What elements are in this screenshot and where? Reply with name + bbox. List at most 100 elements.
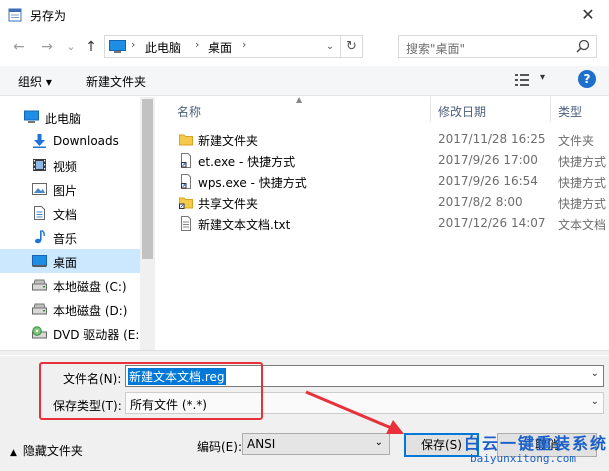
file-date: 2017/9/26 17:00 [438, 153, 538, 167]
file-name: 新建文本文档.txt [198, 218, 291, 232]
sidebar-item-label: 此电脑 [45, 112, 82, 126]
file-row[interactable]: wps.exe - 快捷方式 2017/9/26 16:54 快捷方式 [162, 171, 609, 192]
sidebar-item-label: 文档 [53, 208, 78, 222]
shortcut-icon [181, 174, 191, 189]
desktop-icon [32, 255, 47, 267]
file-date: 2017/9/26 16:54 [438, 174, 538, 188]
file-list: ▲ 名称 修改日期 类型 新建文件夹 2017/11/28 16:25 文件夹 … [162, 97, 609, 350]
file-name: wps.exe - 快捷方式 [198, 176, 307, 190]
shortcut-icon [181, 153, 191, 168]
breadcrumb-this-pc[interactable]: 此电脑 [145, 39, 181, 56]
shared-folder-icon [179, 197, 193, 209]
dvd-icon [32, 326, 47, 339]
sidebar-item-music[interactable]: 音乐 [0, 225, 140, 249]
video-icon [33, 159, 46, 171]
chevron-down-icon[interactable]: ⌄ [591, 368, 599, 379]
chevron-down-icon[interactable]: ⌄ [322, 38, 338, 56]
sidebar-item-label: 本地磁盘 (D:) [53, 304, 128, 318]
column-header-label: 类型 [558, 105, 583, 119]
sidebar-scrollbar[interactable] [140, 97, 155, 350]
file-row[interactable]: 新建文本文档.txt 2017/12/26 14:07 文本文档 [162, 213, 609, 234]
file-type: 快捷方式 [558, 197, 607, 211]
navigation-pane: 此电脑 Downloads 视频 图片 文档 音乐 桌面 本地磁盘 (C:) 本… [0, 97, 155, 350]
breadcrumb-separator: › [131, 38, 136, 51]
horizontal-scrollbar[interactable] [0, 350, 609, 355]
close-icon[interactable]: ✕ [577, 4, 599, 26]
forward-arrow-icon[interactable]: → [38, 38, 56, 56]
refresh-icon[interactable]: ↻ [340, 36, 362, 57]
file-row[interactable]: 共享文件夹 2017/8/2 8:00 快捷方式 [162, 192, 609, 213]
column-header-type[interactable]: 类型 [551, 97, 609, 125]
sidebar-item-dvd-drive[interactable]: DVD 驱动器 (E:) [0, 321, 144, 345]
sidebar-item-pictures[interactable]: 图片 [0, 177, 140, 201]
sidebar-item-label: 本地磁盘 (C:) [53, 280, 127, 294]
sidebar-item-this-pc[interactable]: 此电脑 [0, 105, 140, 129]
pictures-icon [32, 183, 47, 195]
chevron-down-icon[interactable]: ⌄ [591, 396, 599, 407]
file-name: 新建文件夹 [198, 134, 259, 148]
sidebar-item-label: 桌面 [53, 256, 78, 270]
sidebar-item-label: 图片 [53, 184, 78, 198]
chevron-down-icon[interactable]: ⌄ [375, 437, 383, 448]
column-header-name[interactable]: 名称 [162, 97, 426, 125]
breadcrumb-separator: › [195, 38, 200, 51]
drive-icon [32, 303, 47, 315]
up-arrow-icon[interactable]: ↑ [82, 38, 100, 56]
encoding-label: 编码(E): [197, 440, 242, 454]
file-row[interactable]: et.exe - 快捷方式 2017/9/26 17:00 快捷方式 [162, 150, 609, 171]
sidebar-item-label: DVD 驱动器 (E:) [53, 328, 145, 342]
file-type: 文件夹 [558, 134, 595, 148]
scrollbar-thumb[interactable] [142, 99, 153, 259]
file-type: 快捷方式 [558, 176, 607, 190]
sidebar-item-downloads[interactable]: Downloads [0, 129, 140, 153]
new-folder-button[interactable]: 新建文件夹 [86, 73, 146, 90]
help-icon[interactable]: ? [578, 70, 596, 88]
file-name: 共享文件夹 [198, 197, 259, 211]
sidebar-item-drive-d[interactable]: 本地磁盘 (D:) [0, 297, 140, 321]
search-icon [576, 39, 590, 53]
file-type: 快捷方式 [558, 155, 607, 169]
title-bar: 另存为 ✕ [0, 0, 609, 30]
sidebar-item-documents[interactable]: 文档 [0, 201, 140, 225]
file-date: 2017/11/28 16:25 [438, 132, 546, 146]
view-dropdown-icon[interactable]: ▾ [540, 72, 545, 83]
view-options-icon[interactable] [514, 73, 530, 87]
music-icon [35, 230, 45, 244]
save-as-dialog: 另存为 ✕ ← → ⌄ ↑ › 此电脑 › 桌面 › ⌄ ↻ 搜索"桌面" 组织… [0, 0, 609, 471]
file-date: 2017/12/26 14:07 [438, 216, 546, 230]
back-arrow-icon[interactable]: ← [10, 38, 28, 56]
drive-icon [32, 279, 47, 291]
notepad-app-icon [8, 8, 22, 22]
sidebar-item-label: 视频 [53, 160, 78, 174]
hide-folders-label: 隐藏文件夹 [22, 444, 83, 458]
computer-icon [109, 40, 126, 53]
watermark-logo: 白云一键重装系统 baiyunxitong.com [458, 430, 608, 470]
hide-folders-toggle[interactable]: ▲ 隐藏文件夹 [10, 442, 83, 459]
sidebar-item-label: Downloads [53, 134, 119, 148]
column-header-label: 名称 [177, 105, 202, 119]
documents-icon [34, 206, 45, 220]
search-placeholder: 搜索"桌面" [406, 42, 466, 56]
file-row[interactable]: 新建文件夹 2017/11/28 16:25 文件夹 [162, 129, 609, 150]
organize-button[interactable]: 组织 ▾ [18, 73, 52, 90]
watermark-title: 白云一键重装系统 [464, 434, 609, 453]
breadcrumb-separator: › [242, 38, 247, 51]
sidebar-item-desktop[interactable]: 桌面 [0, 249, 140, 273]
file-type: 文本文档 [558, 218, 607, 232]
sidebar-item-label: 音乐 [53, 232, 78, 246]
watermark-url: baiyunxitong.com [470, 452, 576, 465]
breadcrumb-desktop[interactable]: 桌面 [208, 39, 232, 56]
window-title: 另存为 [30, 9, 67, 23]
sidebar-item-videos[interactable]: 视频 [0, 153, 140, 177]
search-box[interactable]: 搜索"桌面" [398, 35, 597, 58]
encoding-value: ANSI [247, 437, 276, 451]
computer-icon [24, 110, 39, 123]
folder-icon [179, 134, 193, 146]
recent-locations-icon[interactable]: ⌄ [62, 38, 80, 56]
command-toolbar: 组织 ▾ 新建文件夹 ▾ ? [0, 66, 609, 96]
encoding-select[interactable]: ANSI ⌄ [242, 433, 390, 455]
address-bar[interactable]: › 此电脑 › 桌面 › ⌄ ↻ [104, 35, 363, 58]
sidebar-item-drive-c[interactable]: 本地磁盘 (C:) [0, 273, 140, 297]
column-header-date[interactable]: 修改日期 [431, 97, 549, 125]
column-header-label: 修改日期 [438, 105, 487, 119]
